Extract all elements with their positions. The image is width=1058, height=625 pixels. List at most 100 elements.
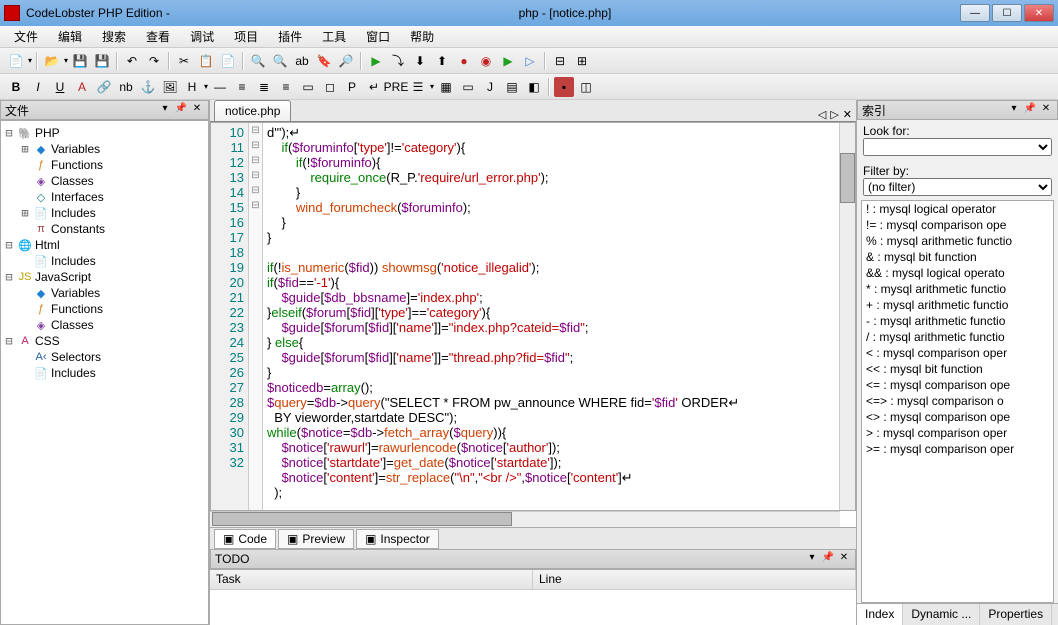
tab-close-icon[interactable]: ✕ xyxy=(843,108,852,121)
div-icon[interactable]: ▭ xyxy=(298,77,318,97)
panel-menu-icon[interactable]: ▾ xyxy=(158,103,172,117)
tree-node-selectors[interactable]: A‹Selectors xyxy=(3,349,206,365)
form-icon[interactable]: ▭ xyxy=(458,77,478,97)
cut-icon[interactable]: ✂ xyxy=(174,51,194,71)
todo-close-icon[interactable]: ✕ xyxy=(837,552,851,566)
paste-icon[interactable]: 📄 xyxy=(218,51,238,71)
tree-node-interfaces[interactable]: ◇Interfaces xyxy=(3,189,206,205)
align-center-icon[interactable]: ≣ xyxy=(254,77,274,97)
todo-pin-icon[interactable]: 📌 xyxy=(821,552,835,566)
copy-icon[interactable]: 📋 xyxy=(196,51,216,71)
replace-icon[interactable]: ab xyxy=(292,51,312,71)
index-item[interactable]: * : mysql arithmetic functio xyxy=(862,281,1053,297)
todo-menu-icon[interactable]: ▾ xyxy=(805,552,819,566)
tree-node-classes[interactable]: ◈Classes xyxy=(3,173,206,189)
tag-icon[interactable]: ◧ xyxy=(524,77,544,97)
btab-code[interactable]: ▣Code xyxy=(214,529,276,549)
index-item[interactable]: + : mysql arithmetic functio xyxy=(862,297,1053,313)
open-icon[interactable]: 📂 xyxy=(42,51,62,71)
index-item[interactable]: <> : mysql comparison ope xyxy=(862,409,1053,425)
search-icon[interactable]: 🔎 xyxy=(336,51,356,71)
index-item[interactable]: <=> : mysql comparison o xyxy=(862,393,1053,409)
tree-node-javascript[interactable]: ⊟JSJavaScript xyxy=(3,269,206,285)
uncomment-icon[interactable]: ⊞ xyxy=(572,51,592,71)
code-area[interactable]: d'");↵ if($foruminfo['type']!='category'… xyxy=(263,123,839,510)
expand-icon[interactable]: ⊞ xyxy=(19,206,31,220)
rtab-properties[interactable]: Properties xyxy=(980,604,1052,625)
image-icon[interactable]: 🖼 xyxy=(160,77,180,97)
rtab-index[interactable]: Index xyxy=(857,604,903,625)
save-all-icon[interactable]: 💾 xyxy=(92,51,112,71)
tree-node-functions[interactable]: ƒFunctions xyxy=(3,301,206,317)
index-item[interactable]: ! : mysql logical operator xyxy=(862,201,1053,217)
tab-next-icon[interactable]: ▷ xyxy=(830,108,838,121)
anchor-icon[interactable]: ⚓ xyxy=(138,77,158,97)
btab-preview[interactable]: ▣Preview xyxy=(278,529,354,549)
breakpoint-toggle-icon[interactable]: ◉ xyxy=(476,51,496,71)
minimize-button[interactable]: — xyxy=(960,4,990,22)
redo-icon[interactable]: ↷ xyxy=(144,51,164,71)
look-for-select[interactable] xyxy=(863,138,1052,156)
menu-插件[interactable]: 插件 xyxy=(270,26,310,47)
expand-icon[interactable]: ⊟ xyxy=(3,270,15,284)
font-color-icon[interactable]: A xyxy=(72,77,92,97)
save-icon[interactable]: 💾 xyxy=(70,51,90,71)
tab-notice[interactable]: notice.php xyxy=(214,100,291,121)
tree-node-includes[interactable]: 📄Includes xyxy=(3,365,206,381)
index-item[interactable]: <= : mysql comparison ope xyxy=(862,377,1053,393)
tab-prev-icon[interactable]: ◁ xyxy=(818,108,826,121)
close-button[interactable]: ✕ xyxy=(1024,4,1054,22)
expand-icon[interactable]: ⊞ xyxy=(19,142,31,156)
index-item[interactable]: >= : mysql comparison oper xyxy=(862,441,1053,457)
align-left-icon[interactable]: ≡ xyxy=(232,77,252,97)
index-item[interactable]: & : mysql bit function xyxy=(862,249,1053,265)
scrollbar-horizontal[interactable] xyxy=(210,511,840,527)
rtab-dynamic[interactable]: Dynamic ... xyxy=(903,604,980,625)
todo-col-task[interactable]: Task xyxy=(210,570,533,589)
index-item[interactable]: != : mysql comparison ope xyxy=(862,217,1053,233)
misc-icon[interactable]: ◫ xyxy=(576,77,596,97)
breakpoint-icon[interactable]: ● xyxy=(454,51,474,71)
btab-inspector[interactable]: ▣Inspector xyxy=(356,529,439,549)
bold-icon[interactable]: B xyxy=(6,77,26,97)
index-item[interactable]: > : mysql comparison oper xyxy=(862,425,1053,441)
todo-col-line[interactable]: Line xyxy=(533,570,856,589)
scrollbar-vertical[interactable] xyxy=(839,123,855,510)
continue-icon[interactable]: ▶ xyxy=(498,51,518,71)
tree-node-css[interactable]: ⊟ACSS xyxy=(3,333,206,349)
menu-项目[interactable]: 项目 xyxy=(226,26,266,47)
menu-编辑[interactable]: 编辑 xyxy=(50,26,90,47)
right-pin-icon[interactable]: 📌 xyxy=(1023,103,1037,117)
index-item[interactable]: && : mysql logical operato xyxy=(862,265,1053,281)
tree-node-php[interactable]: ⊟🐘PHP xyxy=(3,125,206,141)
file-tree[interactable]: ⊟🐘PHP⊞◆VariablesƒFunctions◈Classes◇Inter… xyxy=(0,120,209,625)
expand-icon[interactable]: ⊟ xyxy=(3,238,15,252)
new-file-icon[interactable]: 📄 xyxy=(6,51,26,71)
italic-icon[interactable]: I xyxy=(28,77,48,97)
run-to-icon[interactable]: ▷ xyxy=(520,51,540,71)
index-item[interactable]: / : mysql arithmetic functio xyxy=(862,329,1053,345)
index-item[interactable]: - : mysql arithmetic functio xyxy=(862,313,1053,329)
menu-工具[interactable]: 工具 xyxy=(314,26,354,47)
index-item[interactable]: < : mysql comparison oper xyxy=(862,345,1053,361)
fold-gutter[interactable]: ⊟⊟⊟⊟⊟⊟ xyxy=(249,123,263,510)
right-menu-icon[interactable]: ▾ xyxy=(1007,103,1021,117)
run-icon[interactable]: ▶ xyxy=(366,51,386,71)
tree-node-html[interactable]: ⊟🌐Html xyxy=(3,237,206,253)
step-over-icon[interactable]: ⤵ xyxy=(388,51,408,71)
expand-icon[interactable]: ⊟ xyxy=(3,126,15,140)
tree-node-includes[interactable]: ⊞📄Includes xyxy=(3,205,206,221)
right-close-icon[interactable]: ✕ xyxy=(1039,103,1053,117)
menu-查看[interactable]: 查看 xyxy=(138,26,178,47)
menu-文件[interactable]: 文件 xyxy=(6,26,46,47)
tree-node-constants[interactable]: πConstants xyxy=(3,221,206,237)
script-icon[interactable]: J xyxy=(480,77,500,97)
step-out-icon[interactable]: ⬆ xyxy=(432,51,452,71)
find-in-files-icon[interactable]: 🔍 xyxy=(270,51,290,71)
bookmark-icon[interactable]: 🔖 xyxy=(314,51,334,71)
undo-icon[interactable]: ↶ xyxy=(122,51,142,71)
hr-icon[interactable]: — xyxy=(210,77,230,97)
menu-窗口[interactable]: 窗口 xyxy=(358,26,398,47)
maximize-button[interactable]: ☐ xyxy=(992,4,1022,22)
find-icon[interactable]: 🔍 xyxy=(248,51,268,71)
